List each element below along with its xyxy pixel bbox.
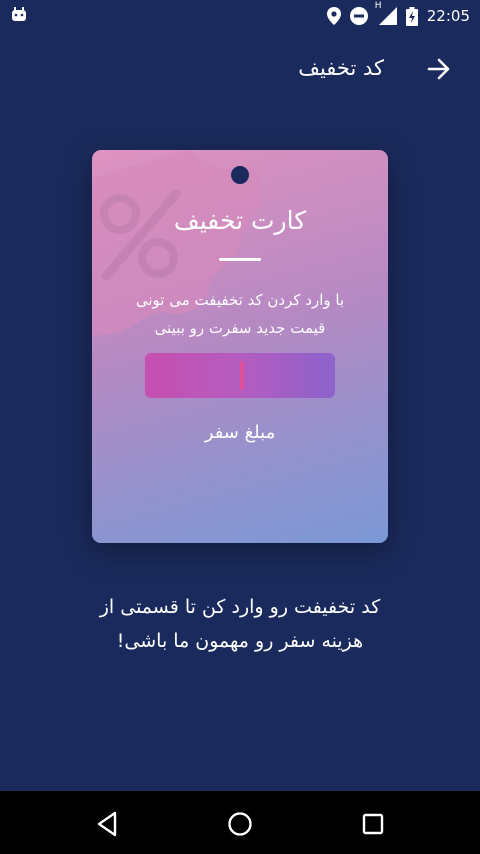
price-bar [145,353,335,398]
dnd-icon [349,7,368,25]
app-bar: کد تخفیف [0,40,480,100]
price-label: مبلغ سفر [204,422,276,443]
location-icon [326,7,341,25]
card-description-line: با وارد کردن کد تخفیفت می تونی [135,291,345,309]
card-description: با وارد کردن کد تخفیفت می تونی قیمت جدید… [92,286,388,342]
arrow-right-icon[interactable] [424,54,454,84]
status-time: 22:05 [426,7,470,25]
card-hole [231,166,249,184]
page-title: کد تخفیف [298,56,384,80]
card-description-line: قیمت جدید سفرت رو ببینی [154,319,326,337]
card-divider [219,258,261,261]
android-icon [10,6,28,26]
navigation-bar [0,791,480,854]
prompt-line: کد تخفیفت رو وارد کن تا قسمتی از [99,596,381,618]
prompt-line: هزینه سفر رو مهمون ما باشی! [116,630,364,652]
price-cursor [240,361,244,390]
discount-card: کارت تخفیف با وارد کردن کد تخفیفت می تون… [92,150,388,543]
battery-icon [405,6,418,26]
card-title: کارت تخفیف [173,206,307,235]
discount-prompt: کد تخفیفت رو وارد کن تا قسمتی از هزینه س… [40,590,440,658]
network-type-label: H [374,1,382,11]
recents-square-icon[interactable] [353,804,393,844]
signal-icon: H [375,1,397,25]
home-circle-icon[interactable] [220,804,260,844]
status-bar: H 22:05 [0,0,480,32]
back-triangle-icon[interactable] [87,804,127,844]
